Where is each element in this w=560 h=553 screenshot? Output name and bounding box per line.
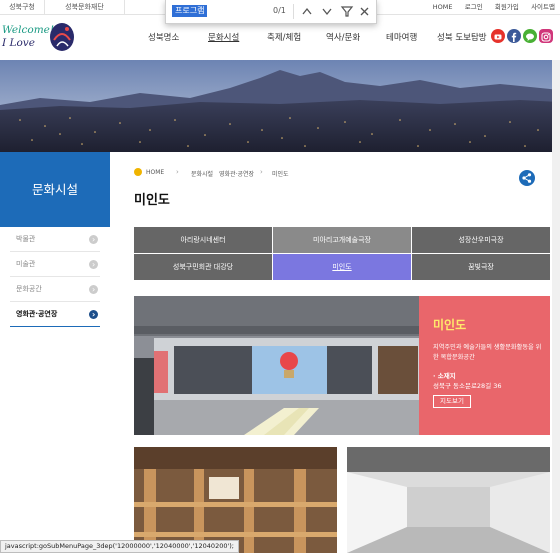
nav-item-theme-travel[interactable]: 테마여행 bbox=[386, 31, 417, 43]
nav-item-festivals[interactable]: 축제/체험 bbox=[267, 31, 301, 43]
breadcrumb-separator: › bbox=[176, 168, 179, 176]
share-icon[interactable] bbox=[519, 170, 535, 186]
find-divider bbox=[293, 4, 294, 19]
sidebar-item-label: 박물관 bbox=[16, 235, 36, 243]
tab-arirang-cinema[interactable]: 아리랑시네센터 bbox=[134, 227, 272, 253]
sitemap-link[interactable]: 사이트맵 bbox=[531, 3, 555, 11]
browser-status-url: javascript:goSubMenuPage_3dep('12000000'… bbox=[0, 540, 239, 553]
sidebar-item-label: 미술관 bbox=[16, 260, 36, 268]
signup-link[interactable]: 회원가입 bbox=[495, 3, 519, 11]
venue-interior-photo-2[interactable] bbox=[347, 447, 550, 553]
tab-seongbuk-cultural-foundation[interactable]: 성북문화재단 bbox=[45, 0, 125, 15]
sidebar-item-label: 문화공간 bbox=[16, 285, 42, 293]
login-link[interactable]: 로그인 bbox=[465, 3, 483, 11]
page: 성북구청 성북문화재단 HOME 로그인 회원가입 사이트맵 프로그램 0/1 … bbox=[0, 0, 560, 553]
filter-icon[interactable] bbox=[340, 4, 354, 19]
sidebar-item-cinema-theater[interactable]: 영화관·공연장 bbox=[10, 302, 100, 327]
sidebar-item-gallery[interactable]: 미술관 bbox=[10, 252, 100, 277]
chevron-down-icon[interactable] bbox=[320, 4, 334, 19]
logo-line-2: I Love bbox=[2, 37, 35, 49]
breadcrumb-separator: › bbox=[207, 168, 210, 176]
sidebar-item-museum[interactable]: 박물관 bbox=[10, 227, 100, 252]
home-link[interactable]: HOME bbox=[433, 3, 453, 11]
tab-community-hall[interactable]: 성북구민회관 대강당 bbox=[134, 254, 272, 280]
close-icon[interactable] bbox=[358, 4, 372, 19]
venue-address-heading: · 소재지 bbox=[433, 372, 456, 380]
tab-miindo[interactable]: 미인도 bbox=[273, 254, 411, 280]
logo-line-1: Welcome! bbox=[2, 24, 55, 36]
facebook-icon[interactable] bbox=[507, 29, 521, 43]
breadcrumb-current: 미인도 bbox=[272, 171, 289, 178]
venue-address: 성북구 동소문로28길 36 bbox=[433, 382, 502, 390]
tab-seongjangsan-theater[interactable]: 성장산우미극장 bbox=[412, 227, 550, 253]
find-bar: 프로그램 0/1 bbox=[165, 0, 377, 24]
breadcrumb-home[interactable]: HOME bbox=[146, 169, 164, 176]
kakaostory-icon[interactable] bbox=[523, 29, 537, 43]
sidebar-item-label: 영화관·공연장 bbox=[16, 310, 58, 318]
chevron-right-icon bbox=[89, 302, 98, 327]
venue-info-panel: 미인도 지역주민과 예술가들의 생활문화활동을 위한 복합문화공간 · 소재지 … bbox=[419, 296, 550, 435]
find-input[interactable]: 프로그램 bbox=[172, 5, 208, 17]
page-title: 미인도 bbox=[134, 193, 170, 208]
logo-emblem-icon bbox=[50, 23, 74, 51]
hero-city-night-image bbox=[0, 60, 560, 152]
venue-interior-photo-1[interactable] bbox=[134, 447, 337, 553]
tab-miari-art-theater[interactable]: 미아리고개예술극장 bbox=[273, 227, 411, 253]
nav-item-cultural-facilities[interactable]: 문화시설 bbox=[208, 31, 239, 43]
nav-item-history[interactable]: 역사/문화 bbox=[326, 31, 360, 43]
nav-item-walking-tour[interactable]: 성북 도보탐방 bbox=[437, 31, 487, 43]
home-icon[interactable] bbox=[134, 168, 142, 176]
view-map-button[interactable]: 지도보기 bbox=[433, 395, 471, 408]
venue-description: 지역주민과 예술가들의 생활문화활동을 위한 복합문화공간 bbox=[433, 344, 542, 361]
sidebar-title: 문화시설 bbox=[0, 152, 110, 227]
chevron-right-icon bbox=[89, 252, 98, 277]
tab-seongbuk-gu-office[interactable]: 성북구청 bbox=[0, 0, 45, 15]
chevron-right-icon bbox=[89, 277, 98, 302]
utility-links: HOME 로그인 회원가입 사이트맵 bbox=[428, 0, 560, 15]
breadcrumb-cinema-theater[interactable]: 영화관·공연장 bbox=[219, 169, 254, 178]
scrollbar[interactable] bbox=[552, 60, 560, 553]
breadcrumb-separator: › bbox=[260, 168, 263, 176]
find-match-count: 0/1 bbox=[273, 6, 286, 15]
nav-item-attractions[interactable]: 성북명소 bbox=[148, 31, 179, 43]
tab-kkumbit-theater[interactable]: 꿈빛극장 bbox=[412, 254, 550, 280]
venue-name: 미인도 bbox=[433, 318, 467, 332]
chevron-up-icon[interactable] bbox=[300, 4, 314, 19]
sidebar-item-cultural-space[interactable]: 문화공간 bbox=[10, 277, 100, 302]
instagram-icon[interactable] bbox=[539, 29, 553, 43]
site-logo[interactable]: Welcome! I Love bbox=[2, 24, 54, 50]
youtube-icon[interactable] bbox=[491, 29, 505, 43]
chevron-right-icon bbox=[89, 227, 98, 252]
